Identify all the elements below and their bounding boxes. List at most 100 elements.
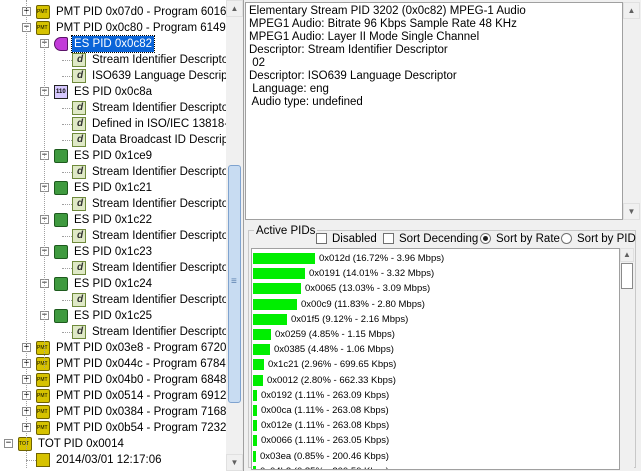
sort-by-pid-radio[interactable]: Sort by PID xyxy=(561,232,636,246)
tree-row[interactable]: Stream Identifier Descriptor xyxy=(0,260,226,276)
tree-row[interactable]: Data Broadcast ID Descript xyxy=(0,132,226,148)
tree-connector xyxy=(62,108,72,109)
tree-node-label[interactable]: Data Broadcast ID Descript xyxy=(90,132,226,148)
tree-node-label[interactable]: Stream Identifier Descriptor xyxy=(90,164,226,180)
pid-row[interactable]: 0x0259 (4.85% - 1.15 Mbps) xyxy=(252,327,619,342)
details-scroll-up-icon[interactable]: ▲ xyxy=(623,2,640,19)
tree-node-label[interactable]: ES PID 0x1c25 xyxy=(72,308,154,324)
tree-row[interactable]: − TOT PID 0x0014 xyxy=(0,436,226,452)
tree-row[interactable]: − ES PID 0x1c25 xyxy=(0,308,226,324)
tree-node-label[interactable]: PMT PID 0x07d0 - Program 6016 xyxy=(54,4,226,20)
pid-row[interactable]: 0x03ea (0.85% - 200.46 Kbps) xyxy=(252,449,619,464)
tree-row[interactable]: −ES PID 0x0c8a xyxy=(0,84,226,100)
pids-scroll-thumb[interactable] xyxy=(621,263,633,289)
pid-row[interactable]: 0x04b2 (0.85% - 200.50 Kbps) xyxy=(252,464,619,469)
collapse-icon[interactable]: − xyxy=(4,439,13,448)
active-pids-title: Active PIDs xyxy=(254,224,318,238)
tree-node-label[interactable]: ES PID 0x1c23 xyxy=(72,244,154,260)
tree-row[interactable]: +PMT PID 0x0b54 - Program 7232 xyxy=(0,420,226,436)
pid-row[interactable]: 0x0385 (4.48% - 1.06 Mbps) xyxy=(252,342,619,357)
stream-tree[interactable]: +PMT PID 0x07d0 - Program 6016−PMT PID 0… xyxy=(0,0,244,471)
pids-scrollbar[interactable]: ▲ xyxy=(620,248,634,470)
pid-row[interactable]: 0x0192 (1.11% - 263.09 Kbps) xyxy=(252,388,619,403)
scroll-up-icon[interactable]: ▲ xyxy=(226,0,243,17)
pid-row[interactable]: 0x012e (1.11% - 263.08 Kbps) xyxy=(252,418,619,433)
disabled-checkbox-box[interactable] xyxy=(316,233,327,244)
pid-row[interactable]: 0x0191 (14.01% - 3.32 Mbps) xyxy=(252,266,619,281)
tree-node-label[interactable]: Stream Identifier Descriptor xyxy=(90,196,226,212)
tree-row[interactable]: +PMT PID 0x044c - Program 6784 xyxy=(0,356,226,372)
details-scrollbar[interactable]: ▲ ▼ xyxy=(623,2,640,220)
tree-row[interactable]: +PMT PID 0x04b0 - Program 6848 xyxy=(0,372,226,388)
tree-row[interactable]: − ES PID 0x1c24 xyxy=(0,276,226,292)
sort-by-rate-radio[interactable]: Sort by Rate xyxy=(480,232,560,246)
pid-row[interactable]: 0x00c9 (11.83% - 2.80 Mbps) xyxy=(252,297,619,312)
tree-row[interactable]: − ES PID 0x1ce9 xyxy=(0,148,226,164)
sort-descending-box[interactable] xyxy=(383,233,394,244)
tree-row[interactable]: ISO639 Language Descript xyxy=(0,68,226,84)
sort-descending-checkbox[interactable]: Sort Decending xyxy=(383,232,478,246)
disabled-checkbox[interactable]: Disabled xyxy=(316,232,377,246)
pid-row[interactable]: 0x1c21 (2.96% - 699.65 Kbps) xyxy=(252,357,619,372)
tree-node-label[interactable]: ES PID 0x1c24 xyxy=(72,276,154,292)
pid-row[interactable]: 0x01f5 (9.12% - 2.16 Mbps) xyxy=(252,312,619,327)
tree-row[interactable]: −PMT PID 0x0c80 - Program 6149 xyxy=(0,20,226,36)
tree-scrollbar[interactable]: ▲ ▼ xyxy=(226,0,243,471)
tree-node-label[interactable]: Stream Identifier Descriptor xyxy=(90,52,226,68)
tree-row[interactable]: − ES PID 0x0c82 xyxy=(0,35,226,53)
tree-node-label[interactable]: ES PID 0x1c22 xyxy=(72,212,154,228)
tree-row[interactable]: − ES PID 0x1c22 xyxy=(0,212,226,228)
tree-node-label[interactable]: Defined in ISO/IEC 13818-6 xyxy=(90,116,226,132)
tree-node-label[interactable]: PMT PID 0x0b54 - Program 7232 xyxy=(54,420,226,436)
tree-row[interactable]: − ES PID 0x1c23 xyxy=(0,244,226,260)
pid-row[interactable]: 0x0065 (13.03% - 3.09 Mbps) xyxy=(252,281,619,296)
sort-by-rate-radio-dot[interactable] xyxy=(480,233,491,244)
tree-row[interactable]: Stream Identifier Descriptor xyxy=(0,292,226,308)
tree-row[interactable]: − ES PID 0x1c21 xyxy=(0,180,226,196)
tree-node-label[interactable]: 2014/03/01 12:17:06 xyxy=(54,452,164,468)
tree-node-label[interactable]: Stream Identifier Descriptor xyxy=(90,100,226,116)
tree-node-label[interactable]: PMT PID 0x0384 - Program 7168 xyxy=(54,404,226,420)
tree-node-label[interactable]: PMT PID 0x04b0 - Program 6848 xyxy=(54,372,226,388)
tree-row[interactable]: Stream Identifier Descriptor xyxy=(0,196,226,212)
details-pane[interactable]: Elementary Stream PID 3202 (0x0c82) MPEG… xyxy=(245,2,623,220)
tree-node-label[interactable]: PMT PID 0x0c80 - Program 6149 xyxy=(54,20,226,36)
sort-by-pid-radio-dot[interactable] xyxy=(561,233,572,244)
tree-row[interactable]: Stream Identifier Descriptor xyxy=(0,324,226,340)
tree-node-label[interactable]: PMT PID 0x03e8 - Program 6720 xyxy=(54,340,226,356)
tree-node-label[interactable]: ES PID 0x0c82 xyxy=(71,35,155,53)
descriptor-icon xyxy=(72,261,86,275)
pid-row[interactable]: 0x0066 (1.11% - 263.05 Kbps) xyxy=(252,433,619,448)
tree-node-label[interactable]: Stream Identifier Descriptor xyxy=(90,324,226,340)
pid-row[interactable]: 0x00ca (1.11% - 263.08 Kbps) xyxy=(252,403,619,418)
tree-row[interactable]: Defined in ISO/IEC 13818-6 xyxy=(0,116,226,132)
pid-row[interactable]: 0x0012 (2.80% - 662.33 Kbps) xyxy=(252,373,619,388)
tree-node-label[interactable]: ES PID 0x1c21 xyxy=(72,180,154,196)
active-pids-list[interactable]: 0x012d (16.72% - 3.96 Mbps) 0x0191 (14.01… xyxy=(251,248,620,470)
tree-node-label[interactable]: Stream Identifier Descriptor xyxy=(90,292,226,308)
tree-row[interactable]: Stream Identifier Descriptor xyxy=(0,228,226,244)
pid-row[interactable]: 0x012d (16.72% - 3.96 Mbps) xyxy=(252,251,619,266)
tree-rows: +PMT PID 0x07d0 - Program 6016−PMT PID 0… xyxy=(0,0,226,471)
tree-node-label[interactable]: ES PID 0x1ce9 xyxy=(72,148,154,164)
tree-node-label[interactable]: Stream Identifier Descriptor xyxy=(90,228,226,244)
tree-row[interactable]: Stream Identifier Descriptor xyxy=(0,164,226,180)
tree-row[interactable]: +PMT PID 0x0514 - Program 6912 xyxy=(0,388,226,404)
tree-node-label[interactable]: Stream Identifier Descriptor xyxy=(90,260,226,276)
details-scroll-down-icon[interactable]: ▼ xyxy=(623,203,640,220)
tree-row[interactable]: 2014/03/01 12:17:06 xyxy=(0,452,226,468)
tree-row[interactable]: Stream Identifier Descriptor xyxy=(0,52,226,68)
scroll-down-icon[interactable]: ▼ xyxy=(226,454,243,471)
tree-node-label[interactable]: ES PID 0x0c8a xyxy=(72,84,154,100)
tree-node-label[interactable]: TOT PID 0x0014 xyxy=(36,436,126,452)
tree-node-label[interactable]: ISO639 Language Descript xyxy=(90,68,226,84)
tree-scroll-thumb[interactable] xyxy=(228,165,241,403)
pid-rate-label: 0x0259 (4.85% - 1.15 Mbps) xyxy=(275,329,395,340)
tree-node-label[interactable]: PMT PID 0x0514 - Program 6912 xyxy=(54,388,226,404)
tree-row[interactable]: +PMT PID 0x07d0 - Program 6016 xyxy=(0,4,226,20)
pids-scroll-up-icon[interactable]: ▲ xyxy=(620,248,634,262)
tree-row[interactable]: Stream Identifier Descriptor xyxy=(0,100,226,116)
tree-row[interactable]: +PMT PID 0x03e8 - Program 6720 xyxy=(0,340,226,356)
tree-node-label[interactable]: PMT PID 0x044c - Program 6784 xyxy=(54,356,226,372)
tree-row[interactable]: +PMT PID 0x0384 - Program 7168 xyxy=(0,404,226,420)
